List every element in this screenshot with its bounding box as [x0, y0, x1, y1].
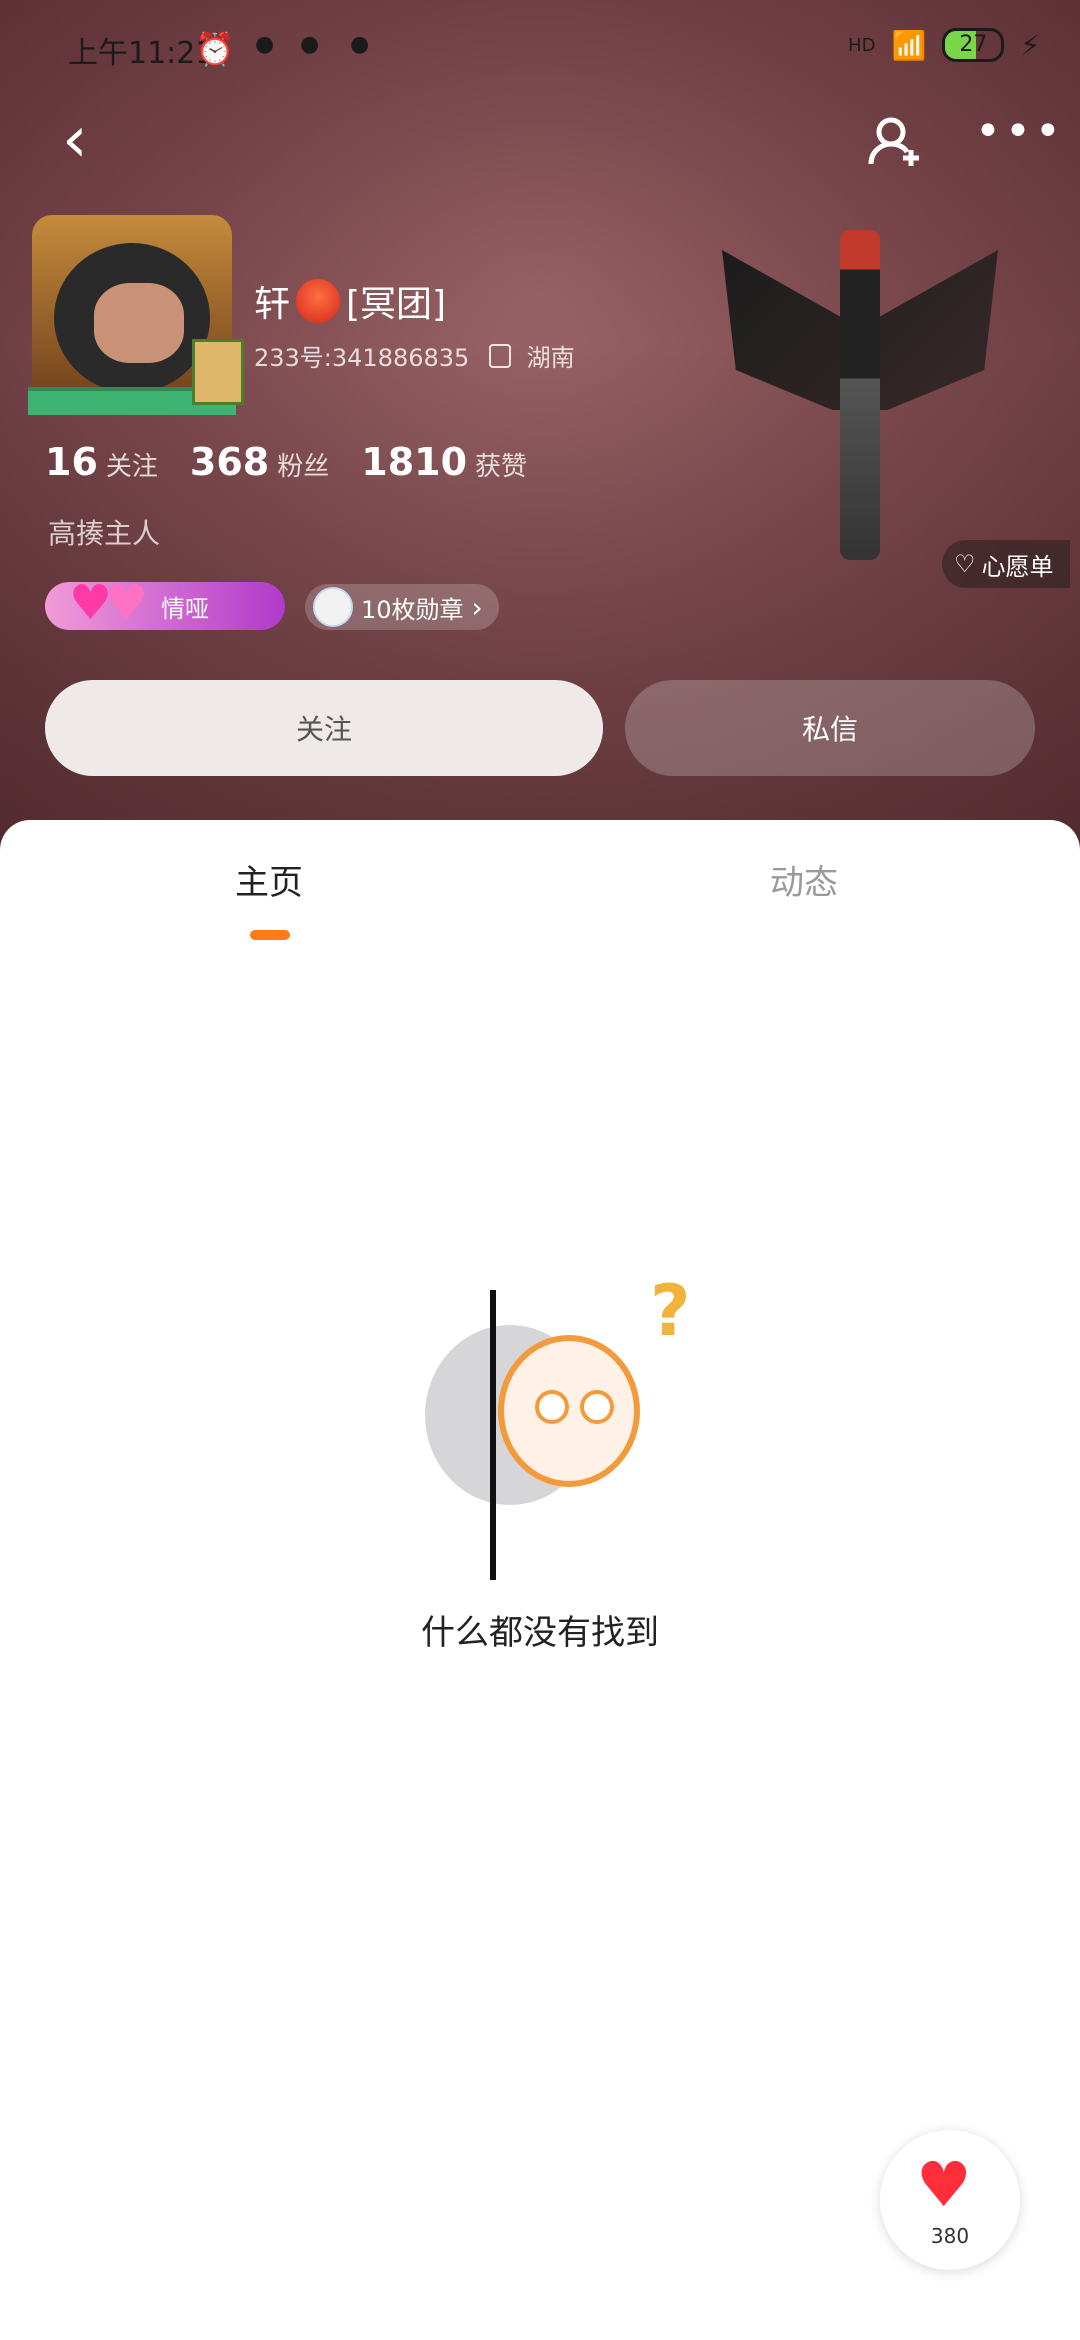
wishlist-button[interactable]: ♡ 心愿单 [942, 540, 1070, 588]
status-time: 上午11:21 [68, 36, 215, 71]
stat-following[interactable]: 16 关注 [45, 440, 158, 484]
status-bar: 上午11:21 ⏰ ● ● ● HD 📶 27 ⚡ [0, 0, 1080, 100]
tab-home[interactable]: 主页 [235, 855, 303, 904]
illustration-eye [535, 1390, 569, 1424]
notification-icon: ● [350, 32, 370, 57]
avatar-frame-character [192, 339, 244, 405]
emoji-icon [296, 279, 341, 323]
fans-label: 粉丝 [277, 452, 330, 482]
illustration-character [498, 1335, 640, 1487]
medals-label: 10枚勋章 [361, 595, 464, 624]
username-text: 轩 [254, 284, 291, 325]
heart-icon: ♥ [916, 2148, 972, 2221]
hearts-icon [45, 575, 155, 631]
wishlist-label: 心愿单 [981, 552, 1054, 581]
wifi-icon: 📶 [891, 28, 927, 62]
heart-outline-icon: ♡ [954, 550, 976, 578]
avatar[interactable] [28, 215, 244, 415]
profile-bio: 高揍主人 [48, 517, 161, 550]
medals-badge[interactable]: 10枚勋章 › [305, 584, 499, 630]
active-tab-indicator [250, 930, 290, 940]
charging-icon: ⚡ [1020, 28, 1040, 62]
following-count: 16 [45, 440, 98, 484]
notification-icon: ● [255, 32, 275, 57]
avatar-character-showcase[interactable] [722, 230, 998, 560]
character-figure [840, 230, 880, 560]
signal-icon: HD [848, 34, 876, 56]
more-icon: ••• [975, 106, 1065, 157]
medal-icon [313, 587, 353, 627]
username-suffix: [冥团] [346, 284, 447, 325]
empty-state-text: 什么都没有找到 [421, 1613, 659, 1653]
copy-icon[interactable] [488, 344, 511, 368]
notification-icon: ● [300, 32, 320, 57]
like-count: 380 [930, 2224, 970, 2248]
content-sheet: 主页 动态 ? 什么都没有找到 [0, 820, 1080, 2340]
message-button[interactable]: 私信 [625, 680, 1035, 776]
tab-feed[interactable]: 动态 [770, 855, 838, 904]
empty-state-illustration: ? [420, 1270, 710, 1580]
chevron-right-icon: › [471, 590, 483, 624]
user-id-row: 233号:341886835 湖南 [254, 338, 575, 373]
fans-count: 368 [189, 440, 270, 484]
stat-fans[interactable]: 368 粉丝 [190, 440, 329, 484]
back-button[interactable]: ‹ [62, 108, 88, 172]
add-friend-icon[interactable] [865, 112, 925, 172]
location: 湖南 [526, 344, 575, 372]
top-navigation: ‹ ••• [0, 100, 1080, 180]
cp-badge-label: 情哑 [161, 594, 209, 623]
likes-label: 获赞 [475, 452, 528, 482]
battery-icon: 27 [942, 28, 1005, 62]
profile-stats: 16 关注 368 粉丝 1810 获赞 [45, 440, 527, 484]
cp-badge[interactable]: 情哑 [45, 575, 285, 631]
username: 轩 [冥团] [254, 275, 446, 327]
user-id: 233号:341886835 [254, 344, 470, 372]
avatar-photo [54, 243, 210, 393]
follow-button[interactable]: 关注 [45, 680, 603, 776]
likes-count: 1810 [361, 440, 468, 484]
illustration-wall [490, 1290, 496, 1580]
like-button[interactable]: ♥ 380 [880, 2130, 1020, 2270]
illustration-eye [580, 1390, 614, 1424]
following-label: 关注 [105, 452, 158, 482]
chevron-left-icon: ‹ [62, 103, 88, 177]
question-mark-icon: ? [650, 1270, 691, 1352]
stat-likes[interactable]: 1810 获赞 [361, 440, 527, 484]
more-button[interactable]: ••• [975, 106, 1065, 157]
alarm-icon: ⏰ [195, 30, 235, 68]
